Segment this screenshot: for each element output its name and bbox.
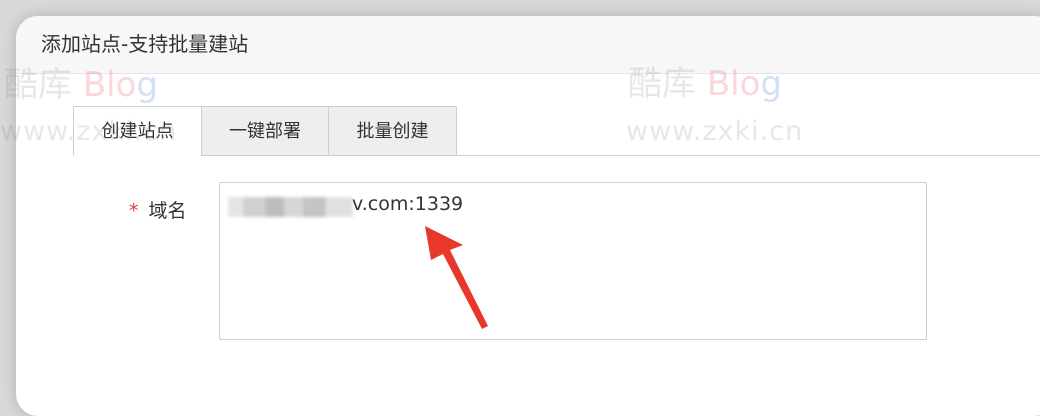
tab-create-site[interactable]: 创建站点 (73, 106, 202, 156)
dialog-header: 添加站点-支持批量建站 (16, 16, 1040, 74)
dialog-title: 添加站点-支持批量建站 (41, 32, 249, 56)
tab-batch-create[interactable]: 批量创建 (328, 106, 457, 156)
domain-label-text: 域名 (148, 200, 187, 222)
add-site-dialog: 添加站点-支持批量建站 创建站点 一键部署 批量创建 * 域名 v.com:133… (16, 16, 1040, 416)
domain-textarea[interactable]: v.com:1339 (219, 182, 927, 340)
domain-field-label: * 域名 (129, 196, 187, 223)
domain-value: v.com:1339 (352, 193, 464, 215)
tab-one-click-deploy[interactable]: 一键部署 (201, 106, 329, 156)
required-mark: * (129, 200, 139, 222)
annotation-arrow-icon (425, 226, 488, 329)
tab-divider (457, 155, 1040, 156)
redacted-domain-blur (228, 197, 353, 217)
